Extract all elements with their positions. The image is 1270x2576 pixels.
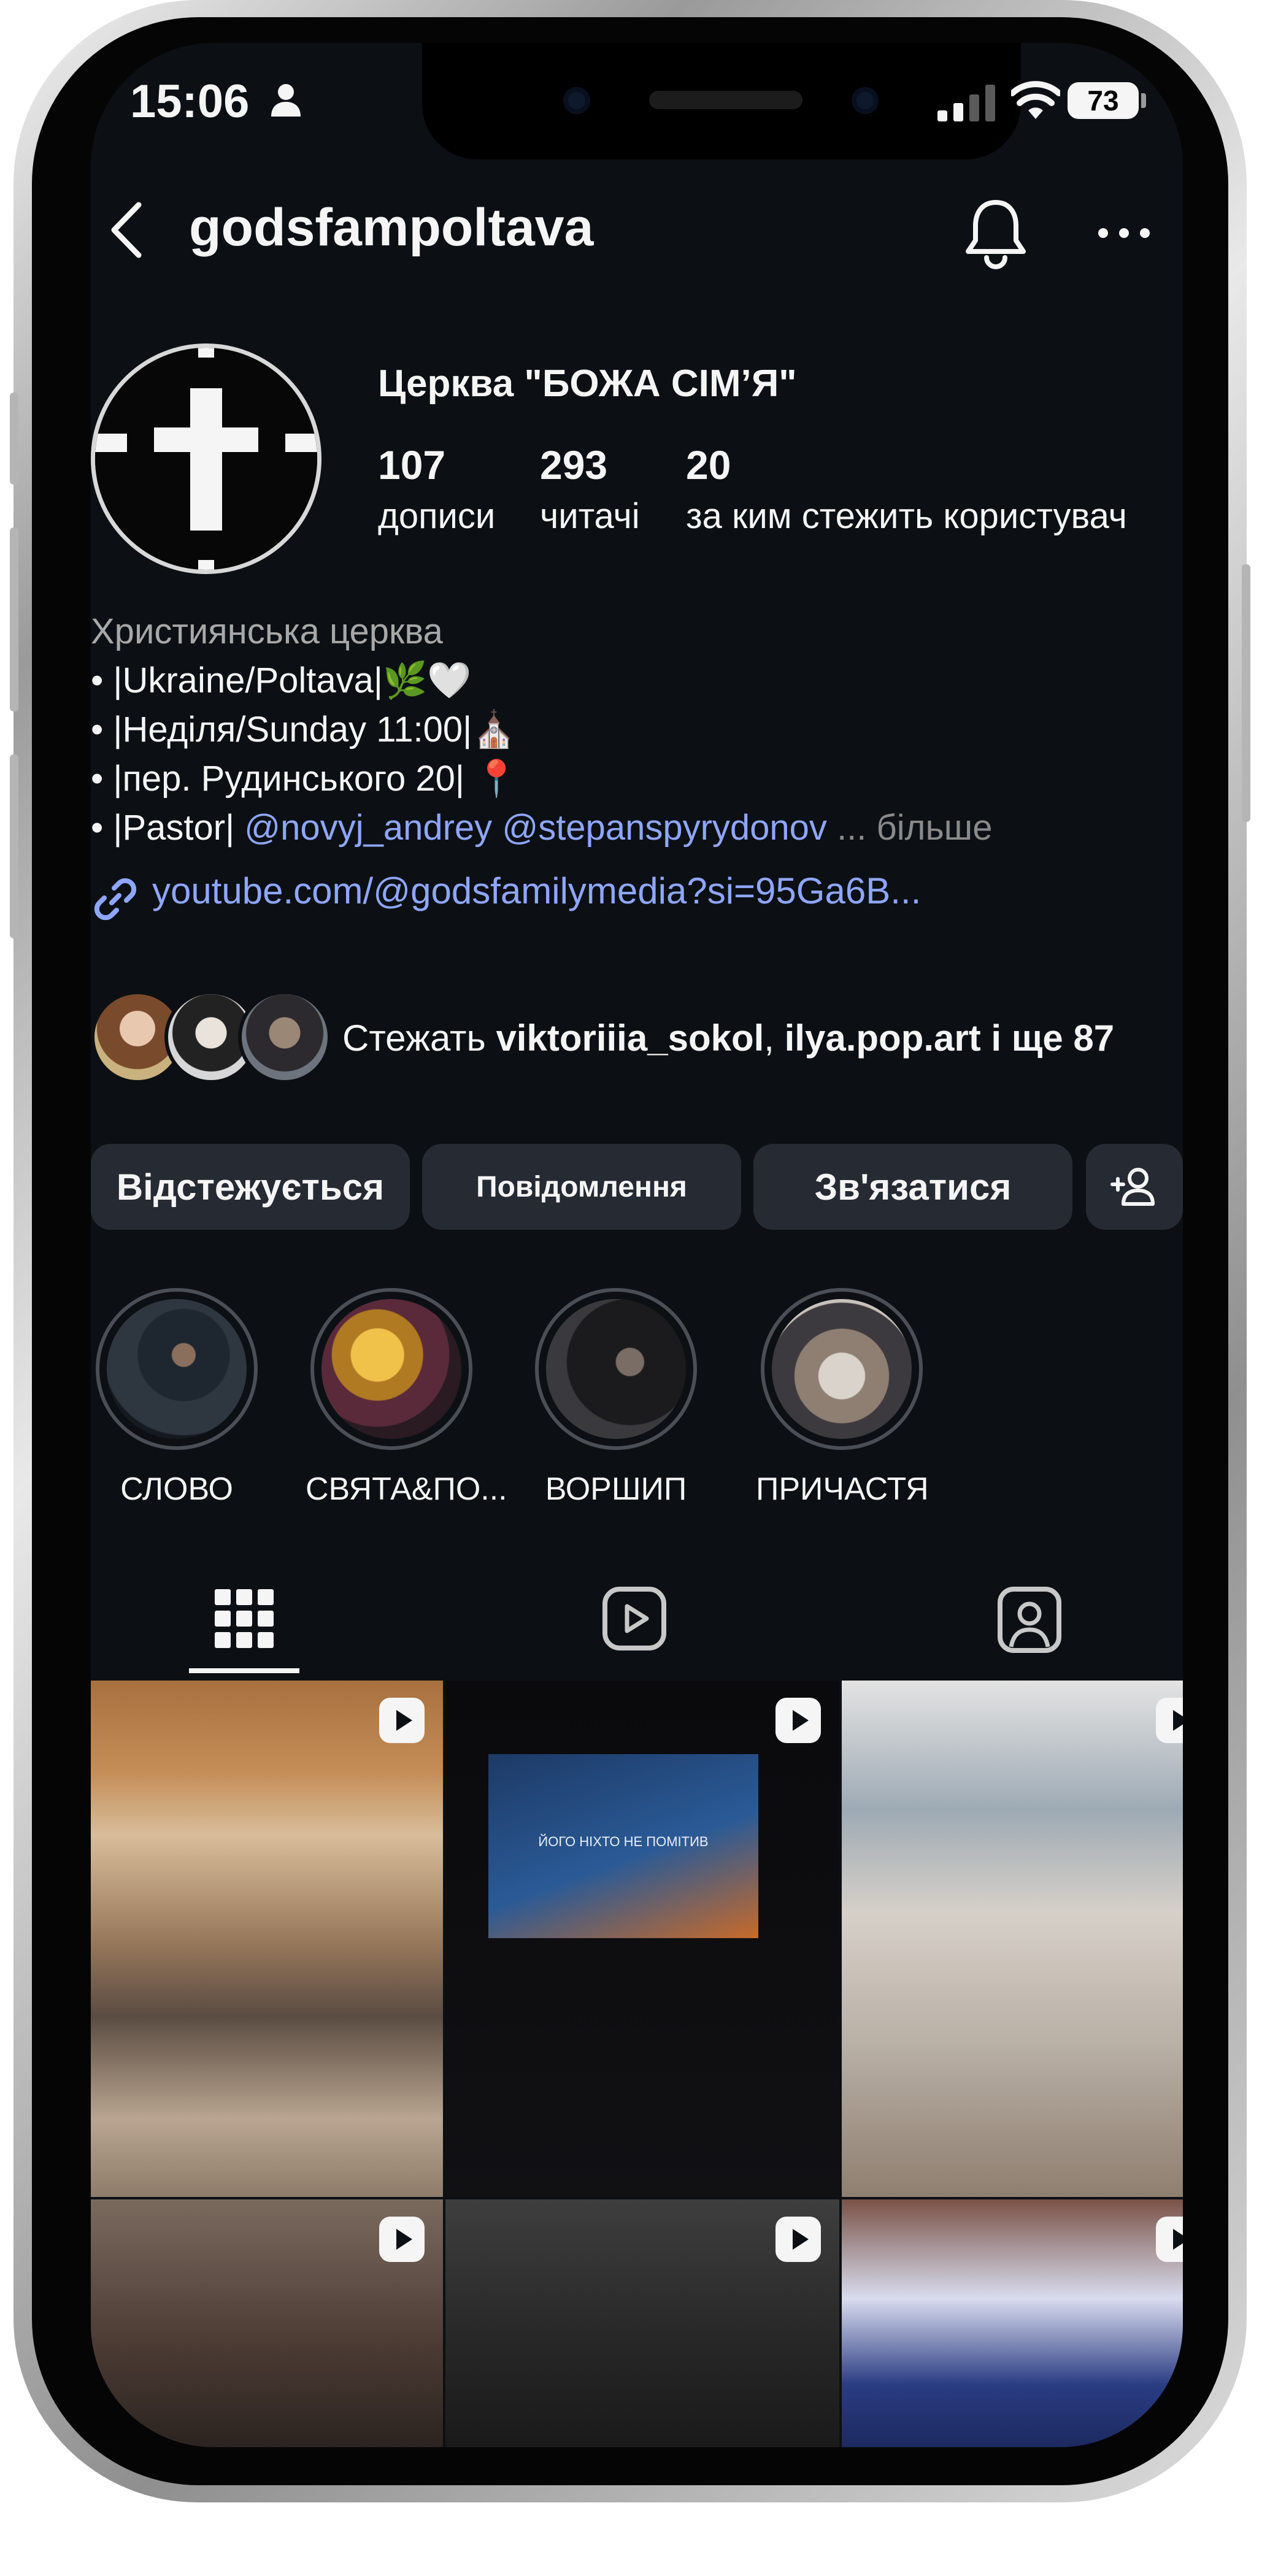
highlight-ring — [96, 1288, 258, 1450]
post-thumbnail[interactable] — [842, 2199, 1183, 2447]
followed-by-separator: , — [764, 1018, 785, 1059]
bio-line: • |пер. Рудинського 20| 📍 — [91, 759, 519, 799]
following-button[interactable]: Відстежується — [91, 1144, 410, 1230]
more-options-icon[interactable] — [1091, 221, 1183, 245]
stat-followers-value: 293 — [540, 442, 608, 488]
profile-website-link[interactable]: youtube.com/@godsfamilymedia?si=95Ga6B..… — [152, 870, 921, 912]
suggest-users-button[interactable] — [1086, 1144, 1183, 1230]
bio-line: • |Ukraine/Poltava|🌿🤍 — [91, 661, 472, 700]
bio-category: Християнська церква — [91, 611, 443, 651]
profile-avatar[interactable] — [91, 343, 321, 574]
reel-badge-icon — [775, 1698, 821, 1743]
speaker-grille — [649, 91, 802, 109]
church-cross-logo — [95, 348, 317, 570]
reel-badge-icon — [379, 2217, 425, 2262]
screen-caption: ЙОГО НІХТО НЕ ПОМІТИВ — [538, 1834, 709, 1849]
message-button[interactable]: Повідомлення — [422, 1144, 741, 1230]
screen: 15:06 73 godsfampoltava Церква "БОЖА СІМ… — [91, 43, 1183, 2447]
post-thumbnail[interactable] — [445, 2199, 839, 2447]
highlight-label: ПРИЧАСТЯ — [756, 1471, 929, 1507]
mute-switch — [10, 393, 18, 485]
add-user-icon — [1110, 1168, 1155, 1206]
highlight-ring — [535, 1288, 697, 1450]
bio-more-link[interactable]: ... більше — [837, 808, 992, 848]
followed-by-user: viktoriiia_sokol — [496, 1018, 764, 1059]
highlight-ring — [761, 1288, 923, 1450]
story-highlight[interactable]: ПРИЧАСТЯ — [756, 1288, 929, 1508]
highlight-cover — [772, 1299, 912, 1439]
volume-up-button — [10, 527, 18, 711]
profile-bio: Християнська церква • |Ukraine/Poltava|🌿… — [91, 607, 1183, 853]
highlight-cover — [546, 1299, 686, 1439]
stat-following[interactable]: 20 за ким стежить користувач — [686, 442, 1127, 537]
mention-link[interactable]: @novyj_andrey — [244, 808, 492, 848]
highlight-ring — [310, 1288, 472, 1450]
followed-by-text[interactable]: Стежать viktoriiia_sokol, ilya.pop.art і… — [342, 1017, 1114, 1059]
stat-followers[interactable]: 293 читачі — [540, 442, 640, 537]
highlight-cover — [107, 1299, 247, 1439]
avatar — [238, 991, 331, 1084]
post-thumbnail[interactable]: ЙОГО НІХТО НЕ ПОМІТИВ — [445, 1681, 839, 2197]
post-thumbnail[interactable] — [91, 2199, 443, 2447]
power-button — [1242, 564, 1250, 822]
story-highlight[interactable]: СВЯТА&ПО... — [306, 1288, 507, 1508]
reels-icon[interactable] — [598, 1579, 671, 1659]
person-icon — [271, 84, 301, 117]
story-highlight[interactable]: СЛОВО — [91, 1288, 263, 1508]
stat-following-value: 20 — [686, 442, 731, 488]
highlight-cover — [321, 1299, 461, 1439]
profile-username: godsfampoltava — [189, 198, 594, 257]
highlight-label: СВЯТА&ПО... — [306, 1471, 507, 1507]
active-tab-indicator — [189, 1668, 299, 1673]
highlight-label: СЛОВО — [120, 1471, 233, 1507]
notch — [422, 43, 1021, 159]
reel-badge-icon — [1156, 1698, 1183, 1743]
mention-link[interactable]: @stepanspyrydonov — [502, 808, 827, 848]
followed-by-user: ilya.pop.art — [784, 1018, 981, 1059]
bio-pastor-prefix: • |Pastor| — [91, 808, 245, 848]
back-icon[interactable] — [103, 196, 152, 264]
followed-by-suffix: і ще 87 — [980, 1018, 1115, 1059]
sensor-dot — [563, 87, 590, 114]
reel-badge-icon — [379, 1698, 425, 1743]
status-time: 15:06 — [130, 75, 250, 128]
bio-line: • |Неділя/Sunday 11:00|⛪ — [91, 710, 517, 749]
profile-display-name: Церква "БОЖА СІМ’Я" — [378, 362, 797, 405]
wifi-icon — [1011, 81, 1060, 119]
stat-following-label: за ким стежить користувач — [686, 496, 1127, 536]
mutual-followers-avatars[interactable] — [91, 991, 336, 1084]
battery-indicator: 73 — [1068, 82, 1139, 119]
cellular-signal-icon — [937, 85, 995, 121]
volume-down-button — [10, 754, 18, 938]
post-thumbnail[interactable] — [91, 1681, 443, 2197]
post-thumbnail[interactable] — [842, 1681, 1183, 2197]
link-icon — [94, 878, 137, 921]
battery-tip — [1141, 93, 1146, 108]
stat-posts[interactable]: 107 дописи — [378, 442, 495, 537]
bell-icon[interactable] — [962, 196, 1029, 270]
followed-by-prefix: Стежать — [342, 1018, 496, 1059]
highlight-label: ВОРШИП — [545, 1471, 687, 1507]
story-highlight[interactable]: ВОРШИП — [530, 1288, 702, 1508]
stat-followers-label: читачі — [540, 496, 640, 536]
front-camera — [852, 87, 879, 114]
bio-line-pastor: • |Pastor| @novyj_andrey @stepanspyrydon… — [91, 803, 1183, 853]
tagged-icon[interactable] — [993, 1579, 1066, 1659]
grid-icon[interactable] — [207, 1579, 281, 1659]
reel-badge-icon — [1156, 2217, 1183, 2262]
stat-posts-value: 107 — [378, 442, 446, 488]
stat-posts-label: дописи — [378, 496, 496, 536]
video-screen: ЙОГО НІХТО НЕ ПОМІТИВ — [488, 1754, 758, 1938]
contact-button[interactable]: Зв'язатися — [753, 1144, 1072, 1230]
reel-badge-icon — [775, 2217, 821, 2262]
